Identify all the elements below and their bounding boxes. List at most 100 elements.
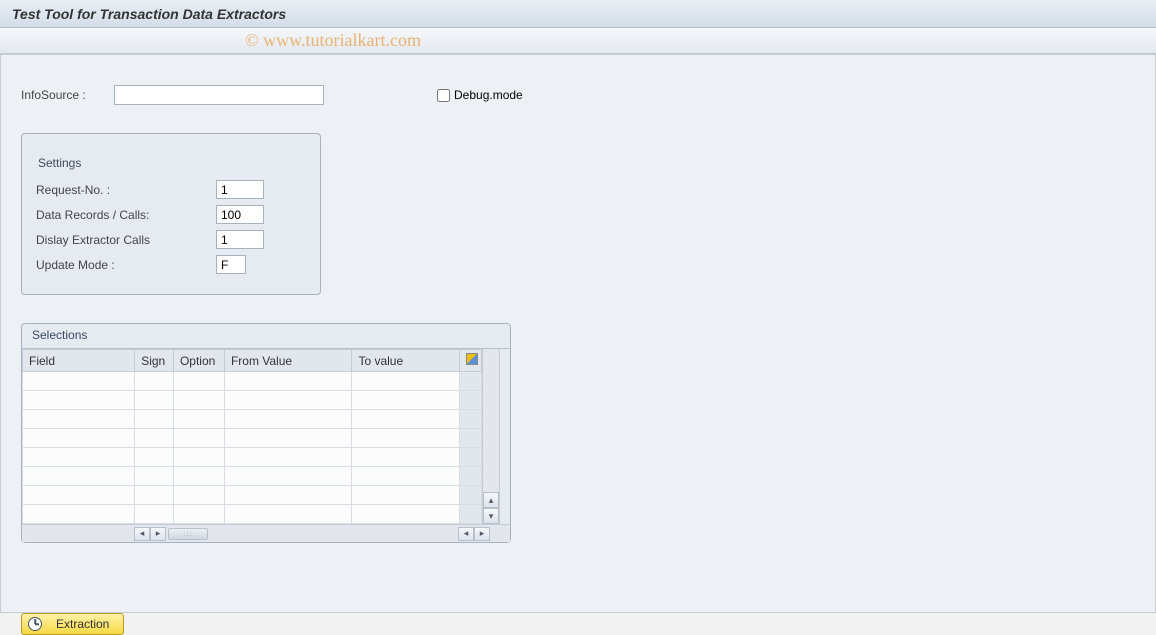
table-cell[interactable] bbox=[459, 467, 481, 486]
table-cell[interactable] bbox=[173, 429, 224, 448]
table-cell[interactable] bbox=[135, 486, 174, 505]
table-row[interactable] bbox=[23, 486, 482, 505]
extraction-button-label: Extraction bbox=[56, 617, 109, 631]
scroll-down-button[interactable]: ▾ bbox=[483, 508, 499, 524]
table-row[interactable] bbox=[23, 391, 482, 410]
col-header-field[interactable]: Field bbox=[23, 350, 135, 372]
table-cell[interactable] bbox=[352, 448, 459, 467]
table-cell[interactable] bbox=[135, 372, 174, 391]
table-cell[interactable] bbox=[23, 467, 135, 486]
table-cell[interactable] bbox=[23, 505, 135, 524]
table-cell[interactable] bbox=[224, 467, 352, 486]
debug-mode-wrap[interactable]: Debug.mode bbox=[437, 88, 523, 102]
settings-row-display-calls: Dislay Extractor Calls bbox=[36, 230, 306, 249]
title-bar: Test Tool for Transaction Data Extractor… bbox=[0, 0, 1156, 28]
vertical-scrollbar[interactable]: ▴ ▾ bbox=[482, 349, 500, 524]
scroll-left-end-button[interactable]: ◂ bbox=[458, 527, 474, 541]
extraction-button[interactable]: Extraction bbox=[21, 613, 124, 635]
table-cell[interactable] bbox=[352, 505, 459, 524]
table-cell[interactable] bbox=[23, 372, 135, 391]
table-cell[interactable] bbox=[173, 391, 224, 410]
table-cell[interactable] bbox=[173, 486, 224, 505]
data-records-input[interactable] bbox=[216, 205, 264, 224]
request-no-input[interactable] bbox=[216, 180, 264, 199]
display-calls-input[interactable] bbox=[216, 230, 264, 249]
table-cell[interactable] bbox=[459, 372, 481, 391]
table-cell[interactable] bbox=[173, 467, 224, 486]
execute-icon bbox=[28, 617, 42, 631]
table-config-icon bbox=[466, 353, 478, 365]
selections-group-title: Selections bbox=[22, 324, 510, 348]
selections-table-wrap: Field Sign Option From Value To value ▴ … bbox=[22, 348, 510, 524]
table-cell[interactable] bbox=[135, 410, 174, 429]
table-config-button[interactable] bbox=[459, 350, 481, 372]
table-cell[interactable] bbox=[224, 505, 352, 524]
col-header-sign[interactable]: Sign bbox=[135, 350, 174, 372]
table-cell[interactable] bbox=[224, 486, 352, 505]
update-mode-label: Update Mode : bbox=[36, 258, 216, 272]
table-row[interactable] bbox=[23, 467, 482, 486]
col-header-to[interactable]: To value bbox=[352, 350, 459, 372]
top-row: InfoSource : Debug.mode bbox=[21, 85, 1135, 105]
table-cell[interactable] bbox=[459, 429, 481, 448]
settings-group-title: Settings bbox=[36, 152, 306, 180]
table-cell[interactable] bbox=[224, 429, 352, 448]
scroll-right-step-button[interactable]: ▸ bbox=[150, 527, 166, 541]
table-cell[interactable] bbox=[352, 429, 459, 448]
selections-table[interactable]: Field Sign Option From Value To value bbox=[22, 349, 482, 524]
table-cell[interactable] bbox=[352, 391, 459, 410]
update-mode-input[interactable] bbox=[216, 255, 246, 274]
table-cell[interactable] bbox=[173, 410, 224, 429]
content-area: InfoSource : Debug.mode Settings Request… bbox=[0, 54, 1156, 613]
table-cell[interactable] bbox=[224, 391, 352, 410]
infosource-input[interactable] bbox=[114, 85, 324, 105]
debug-mode-checkbox[interactable] bbox=[437, 89, 450, 102]
scrollbar-thumb[interactable]: ::: bbox=[168, 528, 208, 540]
table-cell[interactable] bbox=[352, 467, 459, 486]
table-cell[interactable] bbox=[224, 448, 352, 467]
table-cell[interactable] bbox=[459, 391, 481, 410]
table-cell[interactable] bbox=[23, 448, 135, 467]
table-cell[interactable] bbox=[23, 486, 135, 505]
settings-row-request-no: Request-No. : bbox=[36, 180, 306, 199]
table-cell[interactable] bbox=[352, 410, 459, 429]
table-cell[interactable] bbox=[135, 391, 174, 410]
display-calls-label: Dislay Extractor Calls bbox=[36, 233, 216, 247]
table-row[interactable] bbox=[23, 448, 482, 467]
request-no-label: Request-No. : bbox=[36, 183, 216, 197]
scroll-left-button[interactable]: ◂ bbox=[134, 527, 150, 541]
table-cell[interactable] bbox=[135, 467, 174, 486]
table-cell[interactable] bbox=[459, 410, 481, 429]
scroll-right-button[interactable]: ▸ bbox=[474, 527, 490, 541]
table-cell[interactable] bbox=[135, 429, 174, 448]
table-cell[interactable] bbox=[173, 448, 224, 467]
table-cell[interactable] bbox=[459, 505, 481, 524]
selections-group: Selections Field Sign Option From Value … bbox=[21, 323, 511, 543]
page-title: Test Tool for Transaction Data Extractor… bbox=[12, 6, 1144, 22]
toolbar-strip bbox=[0, 28, 1156, 54]
settings-row-data-records: Data Records / Calls: bbox=[36, 205, 306, 224]
table-cell[interactable] bbox=[135, 505, 174, 524]
table-cell[interactable] bbox=[224, 372, 352, 391]
table-cell[interactable] bbox=[459, 486, 481, 505]
table-row[interactable] bbox=[23, 429, 482, 448]
table-cell[interactable] bbox=[23, 410, 135, 429]
col-header-from[interactable]: From Value bbox=[224, 350, 352, 372]
table-cell[interactable] bbox=[352, 372, 459, 391]
table-row[interactable] bbox=[23, 410, 482, 429]
table-cell[interactable] bbox=[459, 448, 481, 467]
data-records-label: Data Records / Calls: bbox=[36, 208, 216, 222]
table-cell[interactable] bbox=[23, 429, 135, 448]
scroll-up-button[interactable]: ▴ bbox=[483, 492, 499, 508]
table-cell[interactable] bbox=[23, 391, 135, 410]
table-cell[interactable] bbox=[173, 372, 224, 391]
debug-mode-label: Debug.mode bbox=[454, 88, 523, 102]
col-header-option[interactable]: Option bbox=[173, 350, 224, 372]
table-row[interactable] bbox=[23, 505, 482, 524]
table-cell[interactable] bbox=[135, 448, 174, 467]
table-cell[interactable] bbox=[352, 486, 459, 505]
table-cell[interactable] bbox=[224, 410, 352, 429]
horizontal-scrollbar[interactable]: ◂ ▸ ::: ◂ ▸ bbox=[22, 524, 510, 542]
table-row[interactable] bbox=[23, 372, 482, 391]
table-cell[interactable] bbox=[173, 505, 224, 524]
